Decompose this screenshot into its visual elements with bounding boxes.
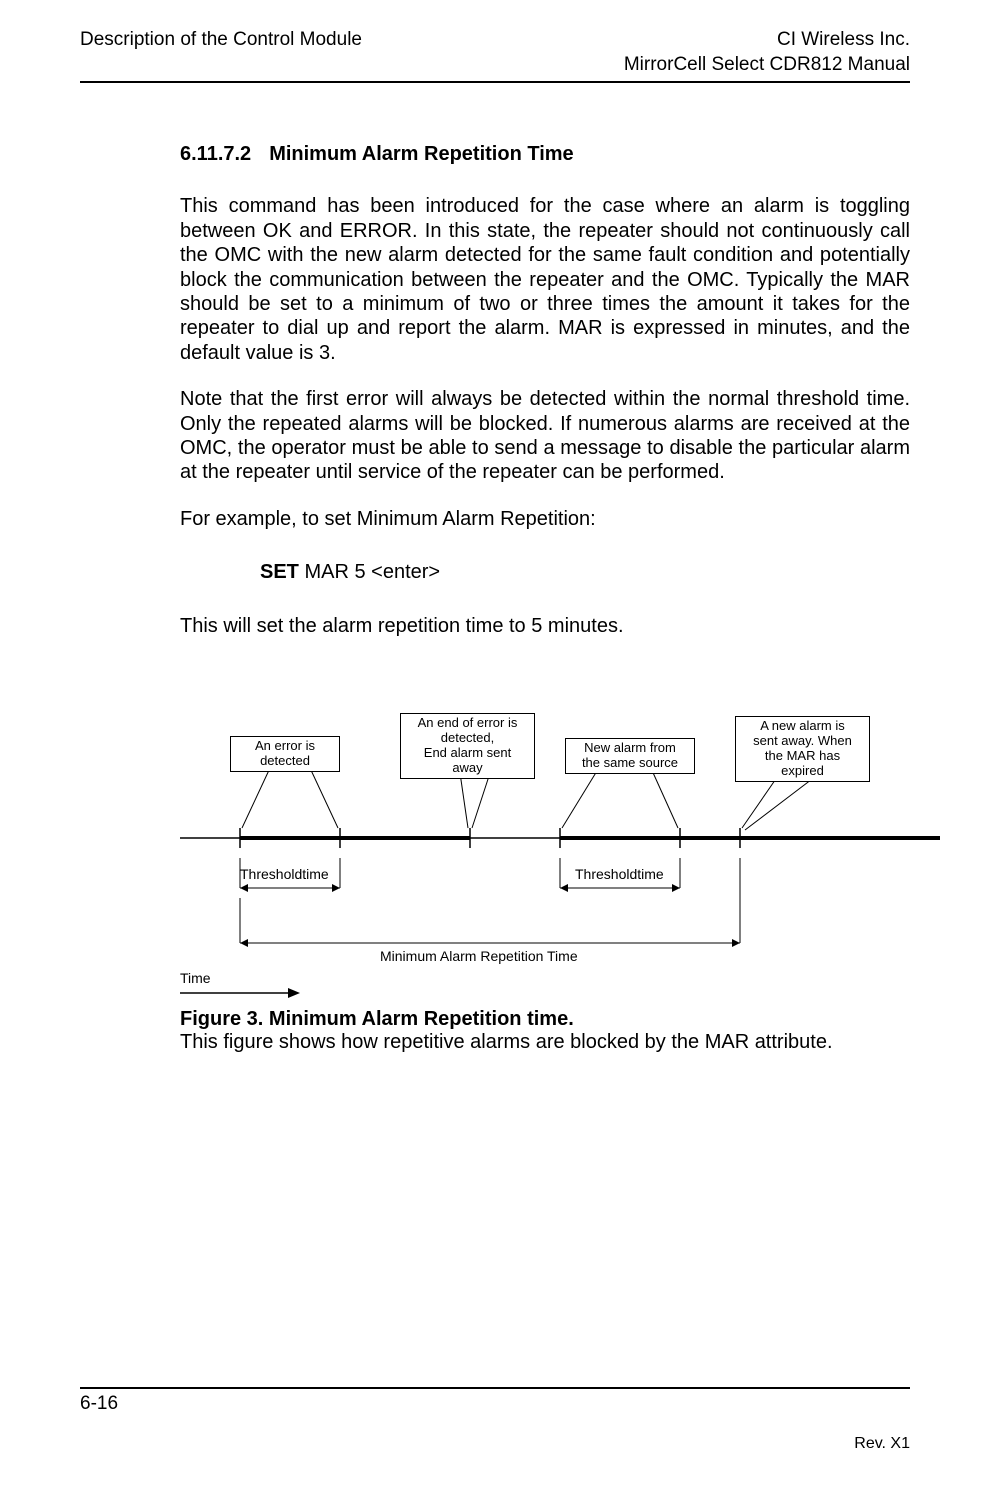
paragraph-2: Note that the first error will always be… [180,387,910,485]
figure-3: An error isdetected An end of error isde… [180,698,940,998]
figure-box-alarm-sent-mar-expired: A new alarm issent away. Whenthe MAR has… [735,716,870,782]
section-heading: 6.11.7.2 Minimum Alarm Repetition Time [180,143,910,166]
figure-box-end-of-error: An end of error isdetected,End alarm sen… [400,713,535,779]
command-args: MAR 5 <enter> [299,561,440,583]
figure-mar-label: Minimum Alarm Repetition Time [380,948,578,964]
paragraph-1: This command has been introduced for the… [180,194,910,365]
header-company: CI Wireless Inc. [624,28,910,53]
header-left: Description of the Control Module [80,28,362,77]
header-manual: MirrorCell Select CDR812 Manual [624,53,910,78]
command-block: SET MAR 5 <enter> [260,561,910,584]
section-title: Minimum Alarm Repetition Time [269,143,573,165]
figure-threshold-label-1: Thresholdtime [240,866,329,882]
command-set-keyword: SET [260,561,299,583]
footer-revision: Rev. X1 [80,1435,910,1453]
figure-time-label: Time [180,970,211,986]
paragraph-4: This will set the alarm repetition time … [180,614,910,638]
figure-threshold-label-2: Thresholdtime [575,866,664,882]
footer-page-number: 6-16 [80,1393,118,1415]
figure-box-new-alarm: New alarm fromthe same source [565,738,695,774]
figure-caption-title: Figure 3. Minimum Alarm Repetition time. [180,1008,910,1031]
header-rule [80,81,910,83]
figure-caption-body: This figure shows how repetitive alarms … [180,1031,910,1054]
footer-rule [80,1387,910,1389]
section-number: 6.11.7.2 [180,143,251,166]
footer: 6-16 Rev. X1 [80,1387,910,1453]
header-right: CI Wireless Inc. MirrorCell Select CDR81… [624,28,910,77]
content-area: 6.11.7.2 Minimum Alarm Repetition Time Th… [180,143,910,1054]
figure-box-error-detected: An error isdetected [230,736,340,772]
paragraph-3: For example, to set Minimum Alarm Repeti… [180,507,910,531]
